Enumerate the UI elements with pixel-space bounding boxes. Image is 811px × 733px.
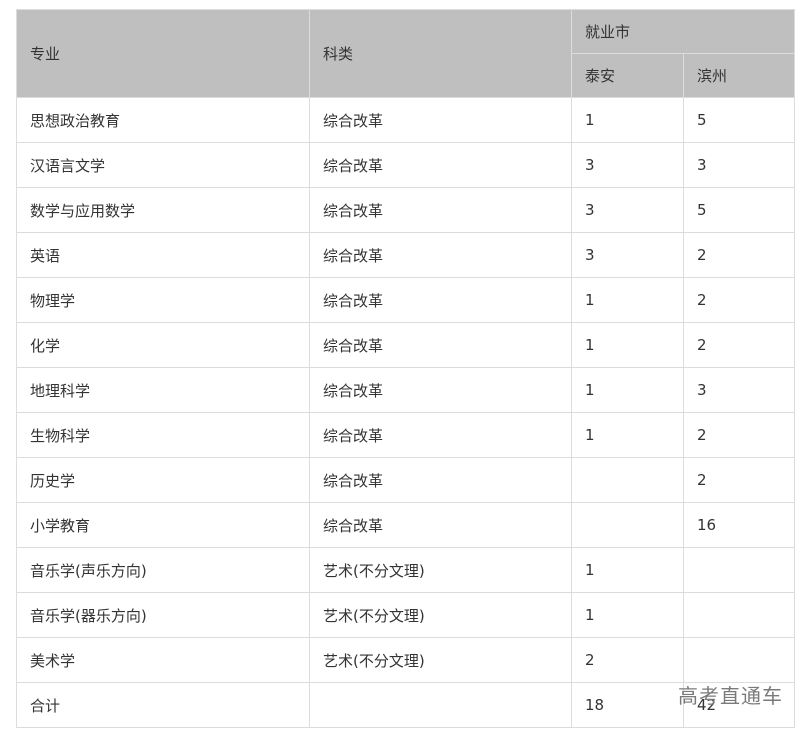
table-row: 物理学 综合改革 1 2 — [16, 277, 796, 323]
cell-binzhou: 16 — [682, 502, 796, 548]
cell-major: 化学 — [16, 322, 310, 368]
cell-category: 艺术(不分文理) — [309, 592, 572, 638]
cell-category: 综合改革 — [309, 457, 572, 503]
cell-major: 生物科学 — [16, 412, 310, 458]
cell-category: 综合改革 — [309, 277, 572, 323]
cell-binzhou: 3 — [682, 367, 796, 413]
header-category: 科类 — [309, 9, 572, 98]
cell-category: 综合改革 — [309, 367, 572, 413]
cell-category: 综合改革 — [309, 97, 572, 143]
table-row: 小学教育 综合改革 16 — [16, 502, 796, 548]
cell-taian: 18 — [571, 682, 684, 728]
cell-taian: 1 — [571, 97, 684, 143]
cell-taian: 1 — [571, 547, 684, 593]
header-binzhou: 滨州 — [682, 53, 796, 98]
cell-major: 数学与应用数学 — [16, 187, 310, 233]
cell-taian: 1 — [571, 412, 684, 458]
cell-category: 综合改革 — [309, 322, 572, 368]
cell-binzhou — [682, 637, 796, 683]
cell-taian: 1 — [571, 277, 684, 323]
cell-taian: 3 — [571, 232, 684, 278]
watermark-logo: 高考直通车 — [678, 684, 783, 708]
cell-major: 音乐学(器乐方向) — [16, 592, 310, 638]
cell-taian: 1 — [571, 322, 684, 368]
cell-category — [309, 682, 572, 728]
cell-major: 物理学 — [16, 277, 310, 323]
cell-major: 合计 — [16, 682, 310, 728]
table-header: 专业 科类 就业市 泰安 滨州 — [16, 9, 796, 98]
table-row: 英语 综合改革 3 2 — [16, 232, 796, 278]
table-row: 数学与应用数学 综合改革 3 5 — [16, 187, 796, 233]
cell-category: 综合改革 — [309, 142, 572, 188]
cell-major: 音乐学(声乐方向) — [16, 547, 310, 593]
enrollment-table: 专业 科类 就业市 泰安 滨州 思想政治教育 综合改革 1 5 汉语言文学 综合改革 3 3 数… — [16, 9, 796, 728]
cell-binzhou: 5 — [682, 187, 796, 233]
cell-binzhou: 2 — [682, 277, 796, 323]
table-row: 音乐学(声乐方向) 艺术(不分文理) 1 — [16, 547, 796, 593]
table-row: 化学 综合改革 1 2 — [16, 322, 796, 368]
cell-category: 综合改革 — [309, 232, 572, 278]
cell-major: 美术学 — [16, 637, 310, 683]
cell-binzhou: 2 — [682, 412, 796, 458]
cell-category: 综合改革 — [309, 412, 572, 458]
cell-taian: 2 — [571, 637, 684, 683]
cell-binzhou — [682, 547, 796, 593]
cell-major: 汉语言文学 — [16, 142, 310, 188]
cell-binzhou: 3 — [682, 142, 796, 188]
cell-binzhou: 2 — [682, 232, 796, 278]
table-body: 思想政治教育 综合改革 1 5 汉语言文学 综合改革 3 3 数学与应用数学 综合改革 3 5 英语 综合… — [16, 97, 796, 728]
cell-taian — [571, 457, 684, 503]
cell-taian: 3 — [571, 187, 684, 233]
cell-major: 地理科学 — [16, 367, 310, 413]
table-row: 美术学 艺术(不分文理) 2 — [16, 637, 796, 683]
cell-major: 历史学 — [16, 457, 310, 503]
header-city-group: 就业市 — [570, 9, 796, 54]
header-major: 专业 — [16, 9, 310, 98]
cell-category: 综合改革 — [309, 187, 572, 233]
cell-taian: 1 — [571, 592, 684, 638]
table-row: 历史学 综合改革 2 — [16, 457, 796, 503]
cell-taian — [571, 502, 684, 548]
cell-category: 艺术(不分文理) — [309, 547, 572, 593]
cell-category: 艺术(不分文理) — [309, 637, 572, 683]
cell-binzhou: 2 — [682, 322, 796, 368]
cell-taian: 3 — [571, 142, 684, 188]
table-row: 生物科学 综合改革 1 2 — [16, 412, 796, 458]
table-row: 汉语言文学 综合改革 3 3 — [16, 142, 796, 188]
cell-major: 小学教育 — [16, 502, 310, 548]
cell-binzhou: 5 — [682, 97, 796, 143]
cell-taian: 1 — [571, 367, 684, 413]
cell-binzhou: 2 — [682, 457, 796, 503]
table-row: 地理科学 综合改革 1 3 — [16, 367, 796, 413]
header-taian: 泰安 — [571, 53, 684, 98]
table-row: 音乐学(器乐方向) 艺术(不分文理) 1 — [16, 592, 796, 638]
cell-category: 综合改革 — [309, 502, 572, 548]
cell-binzhou — [682, 592, 796, 638]
cell-major: 英语 — [16, 232, 310, 278]
table-row: 思想政治教育 综合改革 1 5 — [16, 97, 796, 143]
cell-major: 思想政治教育 — [16, 97, 310, 143]
